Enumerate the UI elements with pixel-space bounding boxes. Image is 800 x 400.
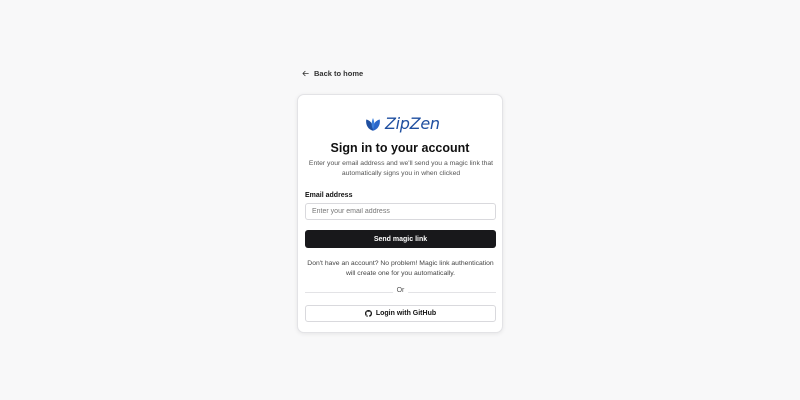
arrow-left-icon bbox=[302, 70, 309, 77]
brand-name: ZipZen bbox=[385, 114, 440, 133]
account-info-text: Don't have an account? No problem! Magic… bbox=[307, 260, 494, 277]
email-input[interactable] bbox=[305, 203, 496, 220]
sign-in-card: ZipZen Sign in to your account Enter you… bbox=[297, 94, 503, 333]
back-to-home-link[interactable]: Back to home bbox=[302, 69, 363, 78]
send-magic-link-button[interactable]: Send magic link bbox=[305, 230, 496, 248]
github-button-label: Login with GitHub bbox=[375, 310, 437, 317]
github-icon bbox=[364, 310, 372, 317]
leaf-logo-icon bbox=[366, 117, 380, 131]
email-label: Email address bbox=[305, 192, 353, 199]
page-title: Sign in to your account bbox=[330, 141, 470, 155]
brand-logo: ZipZen bbox=[364, 114, 440, 133]
login-with-github-button[interactable]: Login with GitHub bbox=[305, 305, 496, 322]
page-subtitle: Enter your email address and we'll send … bbox=[308, 160, 494, 177]
or-divider: Or bbox=[305, 287, 496, 297]
divider-label: Or bbox=[392, 287, 409, 294]
back-link-label: Back to home bbox=[314, 69, 364, 78]
